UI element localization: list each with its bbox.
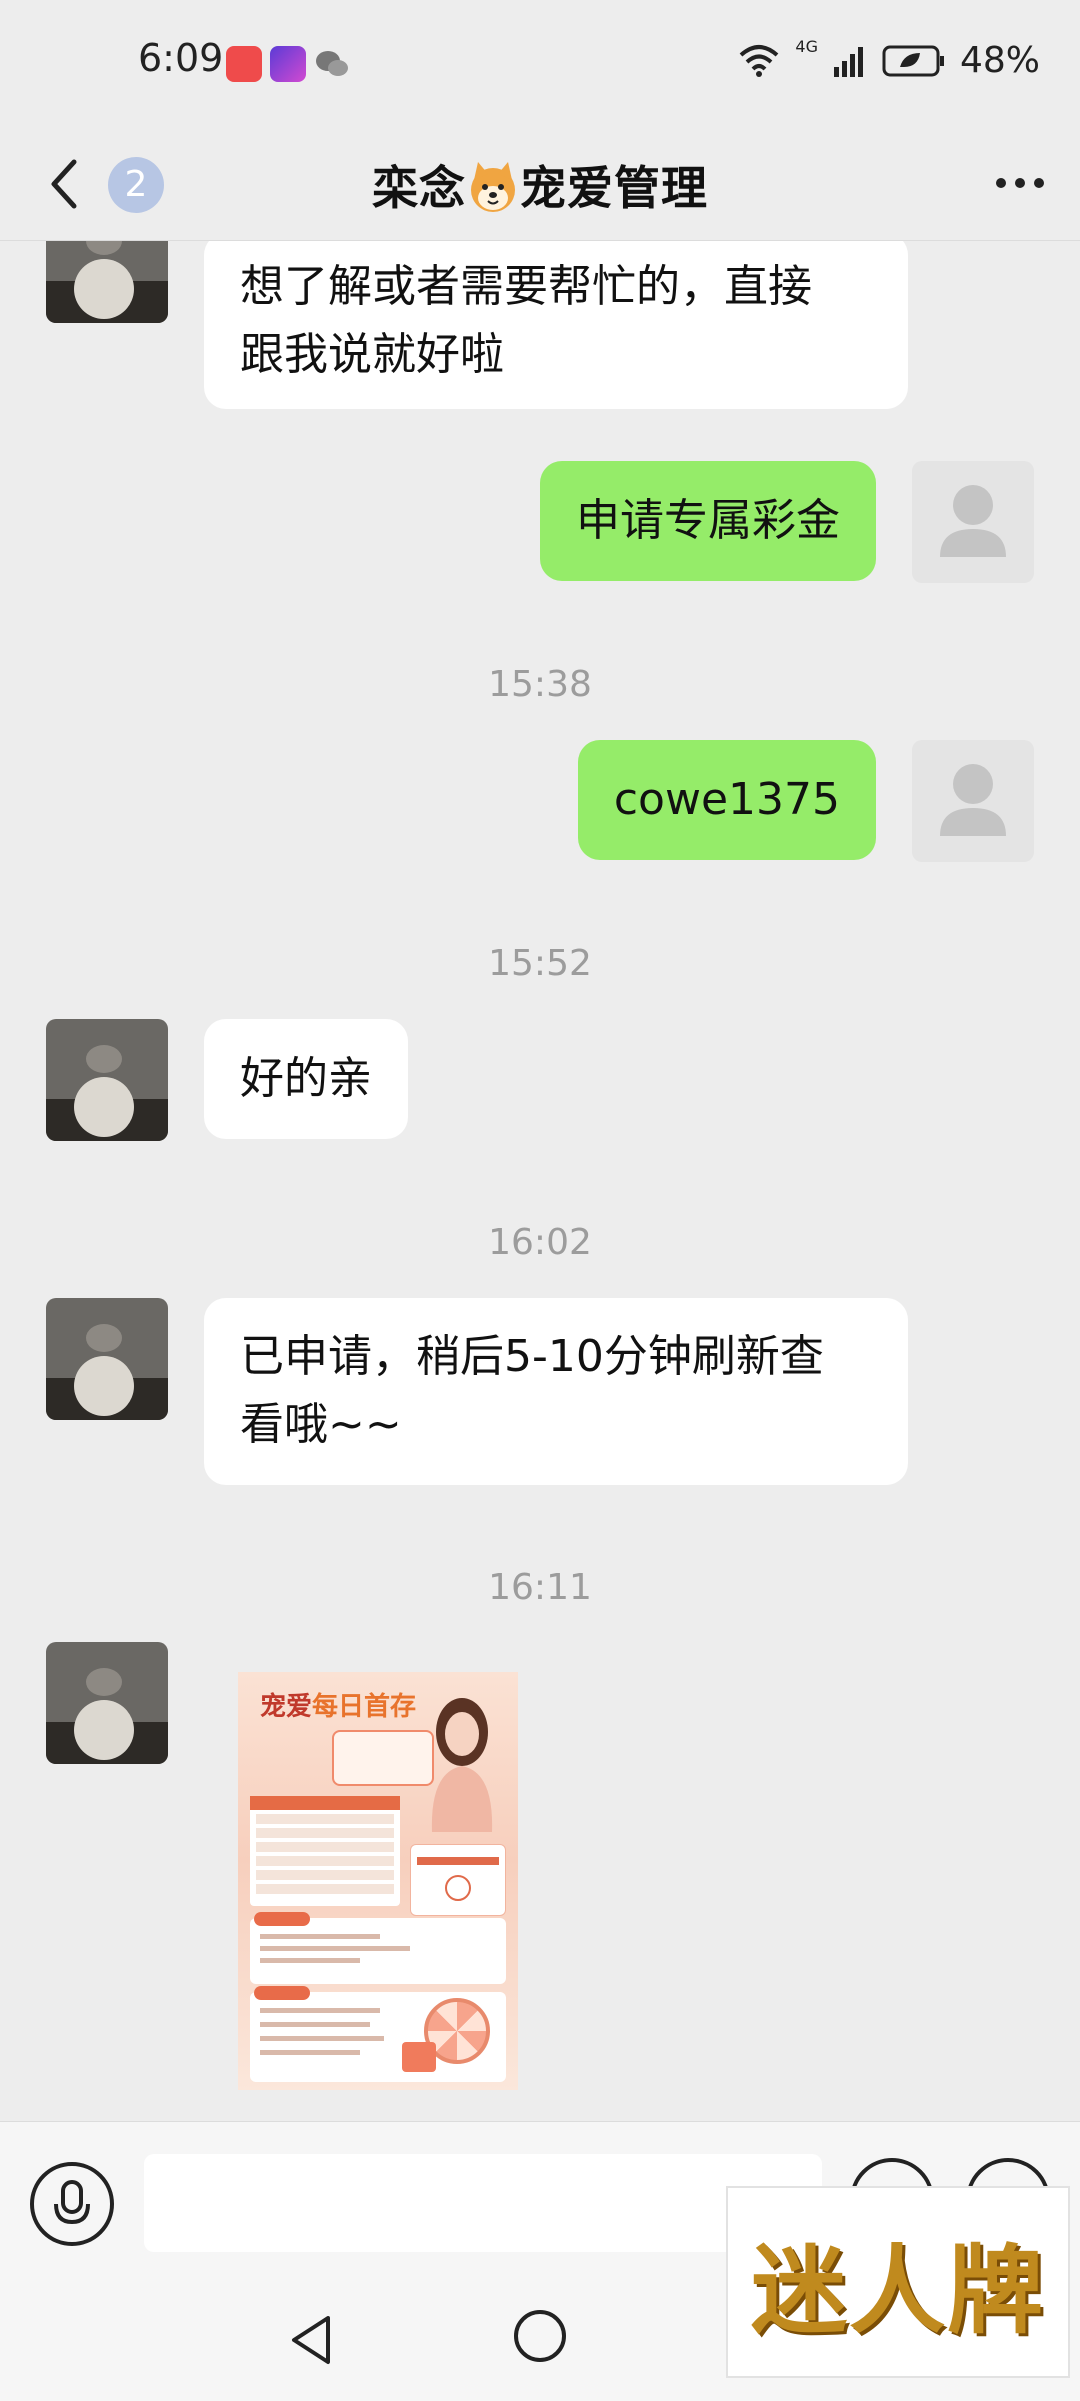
chat-title-group: 宠爱管理 [520, 161, 708, 215]
user-avatar[interactable] [912, 461, 1034, 583]
network-type: 4G [795, 37, 818, 56]
timestamp: 15:52 [488, 943, 592, 984]
poster-table [250, 1796, 400, 1906]
contact-avatar[interactable] [46, 1642, 168, 1764]
message-bubble-incoming[interactable]: 好的亲 [204, 1019, 408, 1139]
contact-avatar-photo [46, 1642, 168, 1764]
voice-input-button[interactable] [30, 2162, 114, 2246]
default-person-icon [940, 764, 1006, 836]
contact-avatar[interactable] [46, 241, 168, 323]
contact-avatar-photo [46, 241, 168, 323]
microphone-icon [54, 2180, 90, 2225]
poster-title: 宠爱每日首存 [260, 1686, 416, 1723]
chat-title: 栾念 宠爱管理 [0, 152, 1080, 218]
battery-percent: 48% [959, 40, 1040, 81]
signal-icon [833, 46, 863, 77]
message-bubble-outgoing[interactable]: cowe1375 [577, 740, 876, 860]
wechat-icon [316, 51, 348, 76]
user-avatar[interactable] [912, 740, 1034, 862]
message-bubble-incoming[interactable]: 已申请，稍后5-10分钟刷新查 看哦~~ [204, 1298, 908, 1485]
default-person-icon [940, 485, 1006, 557]
image-message-poster[interactable]: 宠爱每日首存 [238, 1672, 518, 2090]
more-options-icon[interactable] [996, 178, 1044, 188]
huawei-appgallery-icon [226, 46, 262, 82]
timestamp: 15:38 [488, 664, 592, 705]
poster-title-a: 宠爱 [260, 1692, 313, 1722]
notification-icons [226, 46, 350, 82]
message-line: 想了解或者需要帮忙的，直接 [240, 261, 812, 312]
status-right: 4G 48% [737, 37, 1040, 81]
poster-title-b: 每日首存 [312, 1692, 417, 1722]
contact-avatar[interactable] [46, 1298, 168, 1420]
contact-avatar-photo [46, 1019, 168, 1141]
timestamp: 16:02 [488, 1222, 592, 1263]
poster-model-image [431, 1698, 493, 1832]
nav-home-icon[interactable] [514, 2310, 566, 2362]
nav-back-icon[interactable] [284, 2312, 340, 2368]
poster-gift-image [402, 2042, 436, 2072]
message-input[interactable] [144, 2154, 822, 2252]
contact-avatar[interactable] [46, 1019, 168, 1141]
watermark-logo: 迷人牌 [726, 2186, 1070, 2378]
timestamp: 16:11 [488, 1567, 592, 1608]
message-bubble-incoming[interactable]: 想了解或者需要帮忙的，直接 跟我说就好啦 [204, 241, 908, 409]
message-bubble-outgoing[interactable]: 申请专属彩金 [540, 461, 876, 581]
wifi-icon [740, 44, 779, 77]
message-line: 已申请，稍后5-10分钟刷新查 [240, 1331, 824, 1382]
poster-section [250, 1912, 506, 1984]
message-line: 跟我说就好啦 [240, 329, 504, 380]
message-list[interactable]: 想了解或者需要帮忙的，直接 跟我说就好啦 申请专属彩金 15:38 cowe13… [0, 241, 1080, 2121]
chat-title-name: 栾念 [372, 161, 466, 215]
contact-avatar-photo [46, 1298, 168, 1420]
game-app-icon [270, 46, 306, 82]
poster-contact-card [410, 1844, 506, 1916]
battery-icon [882, 45, 944, 76]
status-time: 6:09 [138, 36, 224, 80]
shiba-dog-emoji-icon [471, 162, 515, 212]
status-bar: 6:09 4G 48% [0, 0, 1080, 130]
message-line: 看哦~~ [240, 1399, 402, 1450]
chat-header: 2 栾念 宠爱管理 [0, 130, 1080, 241]
watermark-text: 迷人牌 [751, 2233, 1045, 2347]
